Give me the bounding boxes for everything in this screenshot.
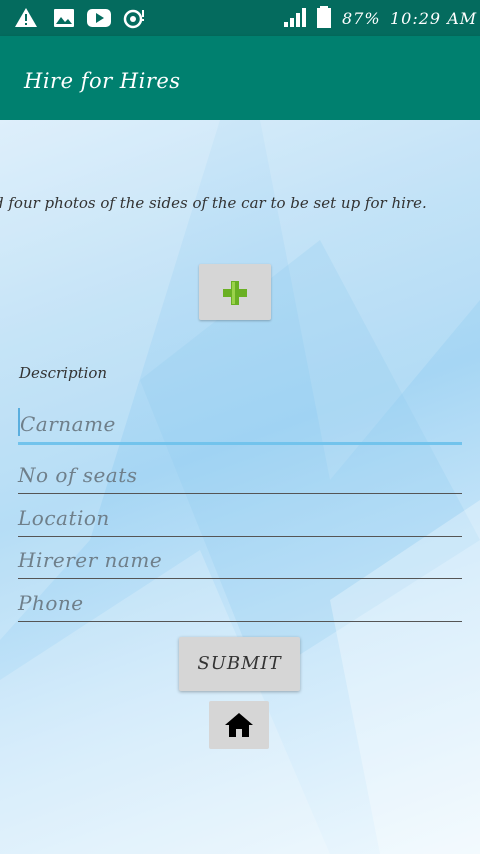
home-icon [225, 713, 253, 737]
submit-button[interactable]: SUBMIT [179, 637, 300, 691]
carname-placeholder: Carname [20, 412, 116, 436]
phone-field[interactable]: Phone [18, 581, 462, 622]
plus-icon [223, 281, 247, 305]
app-title: Hire for Hires [24, 69, 181, 93]
app-bar: Hire for Hires [0, 36, 480, 120]
hire-form-screen: d four photos of the sides of the car to… [0, 120, 480, 854]
seats-field[interactable]: No of seats [18, 453, 462, 494]
battery-percent: 87% [342, 9, 381, 28]
description-label: Description [19, 364, 108, 382]
hirerer-name-field[interactable]: Hirerer name [18, 538, 462, 579]
hirerer-name-placeholder: Hirerer name [18, 548, 163, 572]
warning-icon [15, 8, 37, 27]
home-button[interactable] [209, 701, 269, 749]
phone-placeholder: Phone [18, 591, 84, 615]
status-bar: 87% 10:29 AM [0, 0, 480, 36]
signal-icon [284, 8, 306, 27]
seats-placeholder: No of seats [18, 463, 138, 487]
location-field[interactable]: Location [18, 496, 462, 537]
carname-field[interactable]: Carname [18, 402, 462, 445]
battery-icon [317, 6, 331, 28]
youtube-icon [87, 9, 111, 27]
status-clock: 10:29 AM [390, 9, 478, 28]
photo-instruction-text: d four photos of the sides of the car to… [0, 194, 427, 212]
sync-icon [123, 9, 144, 29]
location-placeholder: Location [18, 506, 110, 530]
add-photo-button[interactable] [199, 264, 271, 320]
image-icon [54, 9, 74, 27]
